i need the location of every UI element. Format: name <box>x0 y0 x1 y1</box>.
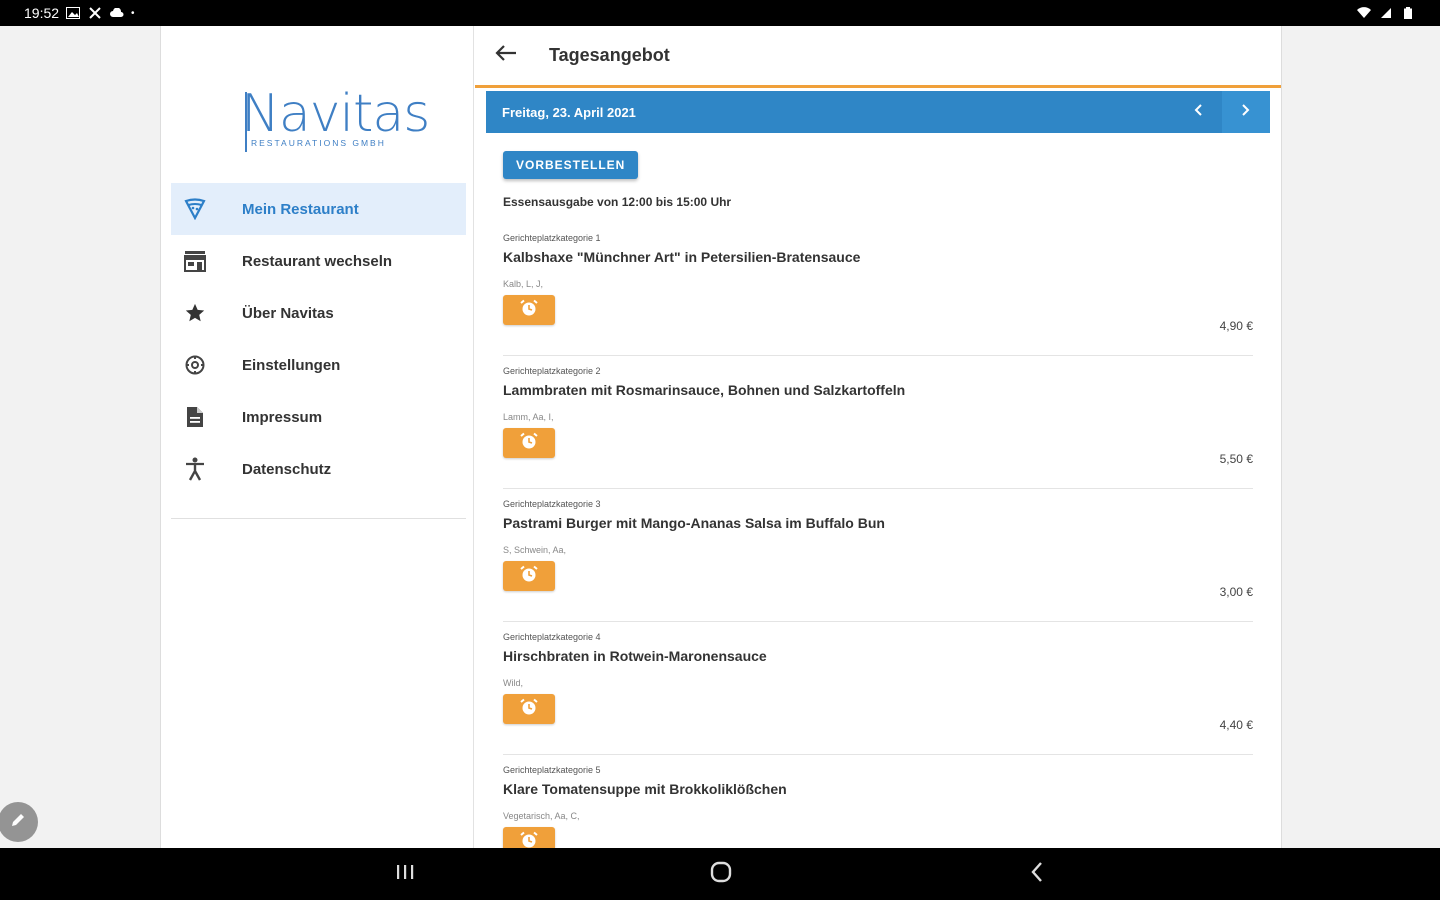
sidebar: Navitas RESTAURATIONS GMBH Mein Restaura… <box>161 26 474 848</box>
storefront-icon <box>171 250 219 272</box>
dish-tags: S, Schwein, Aa, <box>503 545 567 555</box>
dish-name: Pastrami Burger mit Mango-Ananas Salsa i… <box>503 515 885 531</box>
serving-time: Essensausgabe von 12:00 bis 15:00 Uhr <box>503 195 732 209</box>
sidebar-item-restaurant-wechseln[interactable]: Restaurant wechseln <box>171 235 466 287</box>
dish-item: Gerichteplatzkategorie 4 Hirschbraten in… <box>503 622 1253 755</box>
main-panel: Tagesangebot Freitag, 23. April 2021 VOR… <box>475 26 1281 848</box>
sidebar-item-label: Impressum <box>242 408 323 426</box>
dish-category: Gerichteplatzkategorie 5 <box>503 765 601 775</box>
preorder-button[interactable]: VORBESTELLEN <box>503 151 639 179</box>
sidebar-item-ueber-navitas[interactable]: Über Navitas <box>171 287 466 339</box>
battery-icon <box>1400 6 1416 20</box>
dish-item: Gerichteplatzkategorie 2 Lammbraten mit … <box>503 356 1253 489</box>
pizza-slice-icon <box>171 198 219 220</box>
chevron-left-icon <box>1193 103 1203 122</box>
star-icon <box>171 302 219 324</box>
alarm-clock-icon <box>519 698 539 721</box>
sidebar-item-label: Datenschutz <box>242 460 332 478</box>
floating-edit-button[interactable] <box>0 802 38 842</box>
dish-tags: Vegetarisch, Aa, C, <box>503 811 580 821</box>
dish-price: 4,90 € <box>1219 319 1253 333</box>
preorder-dish-button[interactable] <box>503 295 555 325</box>
more-notifications-dot: • <box>131 7 135 19</box>
dish-category: Gerichteplatzkategorie 4 <box>503 632 601 642</box>
dish-name: Hirschbraten in Rotwein-Maronensauce <box>503 648 767 664</box>
status-bar: 19:52 • <box>0 0 1440 26</box>
cloud-notification-icon <box>109 6 125 20</box>
wifi-icon <box>1356 6 1372 20</box>
page-title: Tagesangebot <box>549 45 670 65</box>
status-left: 19:52 • <box>24 5 135 21</box>
preorder-dish-button[interactable] <box>503 561 555 591</box>
signal-icon <box>1378 6 1394 20</box>
dish-category: Gerichteplatzkategorie 1 <box>503 233 601 243</box>
gallery-notification-icon <box>65 6 81 20</box>
sidebar-divider <box>171 518 466 519</box>
sidebar-item-label: Einstellungen <box>242 356 341 374</box>
pencil-icon <box>9 811 27 834</box>
alarm-clock-icon <box>519 432 539 455</box>
sidebar-menu: Mein Restaurant Restaurant wechseln Über… <box>171 183 466 495</box>
alarm-clock-icon <box>519 299 539 322</box>
dish-name: Lammbraten mit Rosmarinsauce, Bohnen und… <box>503 382 906 398</box>
dish-list: Gerichteplatzkategorie 1 Kalbshaxe "Münc… <box>503 223 1253 848</box>
status-right <box>1356 6 1416 20</box>
x-notification-icon <box>87 6 103 20</box>
sidebar-item-mein-restaurant[interactable]: Mein Restaurant <box>171 183 466 235</box>
navitas-logo: Navitas RESTAURATIONS GMBH <box>241 84 430 158</box>
dish-tags: Wild, <box>503 678 523 688</box>
previous-day-button[interactable] <box>1174 91 1222 133</box>
chevron-right-icon <box>1241 103 1251 122</box>
accessibility-icon <box>171 457 219 481</box>
top-app-bar: Tagesangebot <box>475 26 1281 88</box>
dish-item: Gerichteplatzkategorie 5 Klare Tomatensu… <box>503 755 1253 848</box>
preorder-dish-button[interactable] <box>503 428 555 458</box>
preorder-dish-button[interactable] <box>503 827 555 848</box>
logo-bar <box>245 92 247 152</box>
back-chevron-icon <box>1030 861 1044 888</box>
preorder-dish-button[interactable] <box>503 694 555 724</box>
document-icon <box>171 406 219 428</box>
system-navigation-bar <box>0 848 1440 900</box>
alarm-clock-icon <box>519 565 539 588</box>
dish-name: Klare Tomatensuppe mit Brokkoliklößchen <box>503 781 787 797</box>
dish-item: Gerichteplatzkategorie 1 Kalbshaxe "Münc… <box>503 223 1253 356</box>
menu-content: VORBESTELLEN Essensausgabe von 12:00 bis… <box>503 151 1253 848</box>
settings-icon <box>171 354 219 376</box>
arrow-left-icon <box>495 44 517 67</box>
dish-price: 4,40 € <box>1219 718 1253 732</box>
sidebar-item-impressum[interactable]: Impressum <box>171 391 466 443</box>
dish-price: 3,00 € <box>1219 585 1253 599</box>
next-day-button[interactable] <box>1222 91 1270 133</box>
sidebar-item-label: Mein Restaurant <box>242 200 359 218</box>
system-back-button[interactable] <box>1017 860 1057 888</box>
date-bar: Freitag, 23. April 2021 <box>486 91 1270 133</box>
sidebar-item-datenschutz[interactable]: Datenschutz <box>171 443 466 495</box>
home-button[interactable] <box>701 860 741 888</box>
dish-category: Gerichteplatzkategorie 3 <box>503 499 601 509</box>
dish-item: Gerichteplatzkategorie 3 Pastrami Burger… <box>503 489 1253 622</box>
logo-word: Navitas <box>241 84 430 144</box>
sidebar-item-einstellungen[interactable]: Einstellungen <box>171 339 466 391</box>
dish-category: Gerichteplatzkategorie 2 <box>503 366 601 376</box>
dish-tags: Lamm, Aa, I, <box>503 412 554 422</box>
status-time: 19:52 <box>24 5 60 21</box>
current-date: Freitag, 23. April 2021 <box>502 104 636 120</box>
dish-name: Kalbshaxe "Münchner Art" in Petersilien-… <box>503 249 861 265</box>
dish-price: 5,50 € <box>1219 452 1253 466</box>
app-window: Navitas RESTAURATIONS GMBH Mein Restaura… <box>160 26 1282 848</box>
dish-tags: Kalb, L, J, <box>503 279 544 289</box>
sidebar-item-label: Restaurant wechseln <box>242 252 393 270</box>
recent-apps-icon <box>395 864 415 885</box>
home-icon <box>710 861 732 888</box>
alarm-clock-icon <box>519 831 539 849</box>
back-button[interactable] <box>481 31 531 81</box>
sidebar-item-label: Über Navitas <box>242 304 334 322</box>
recent-apps-button[interactable] <box>385 860 425 888</box>
